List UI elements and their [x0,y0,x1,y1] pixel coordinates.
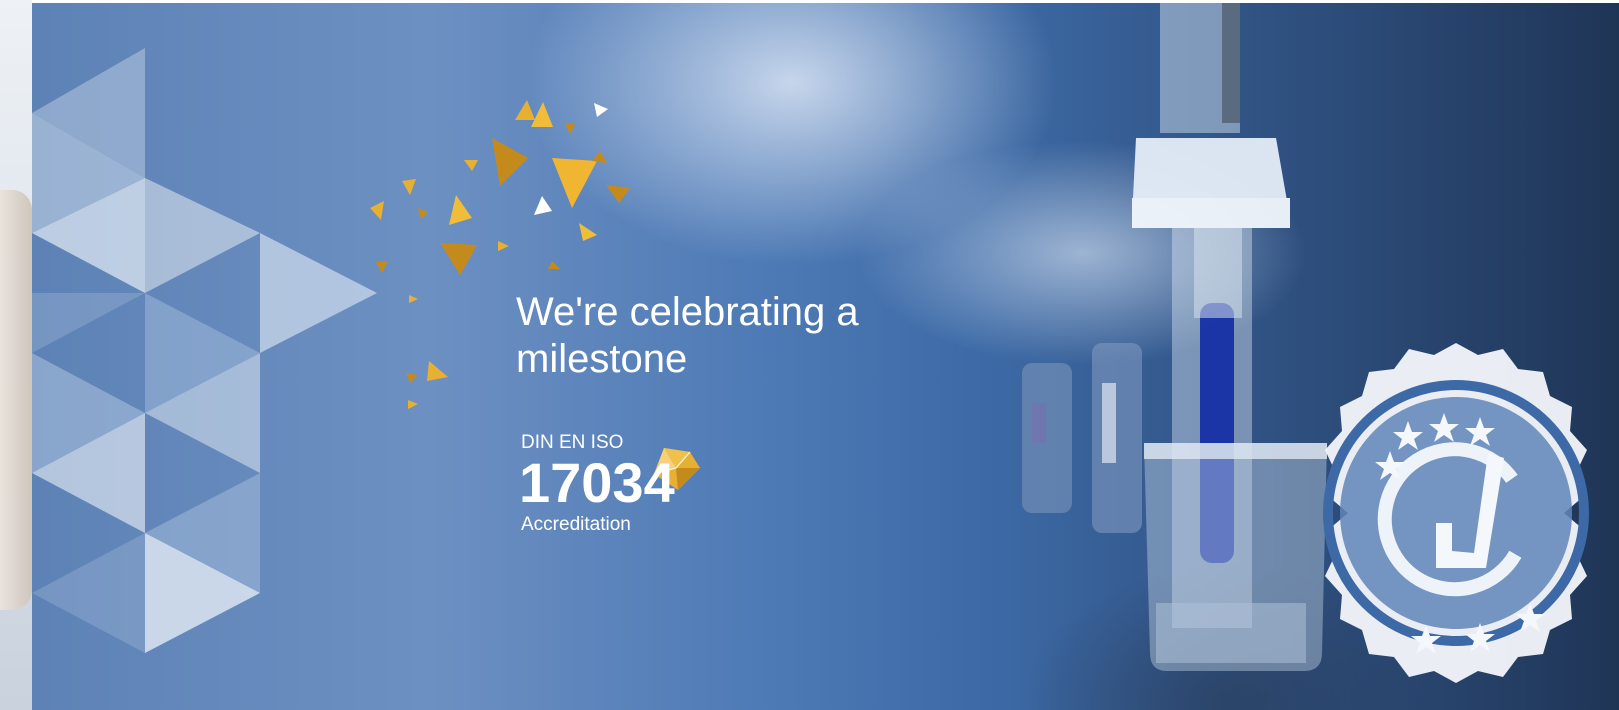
arm-image [0,190,32,610]
hero-banner: We're celebrating a milestone DIN EN ISO… [32,3,1619,710]
standard-number: 17034 [519,451,675,514]
headline: We're celebrating a milestone [516,290,859,381]
triangle-pattern [32,48,377,653]
lab-electrode-photo [1022,3,1327,671]
standard-suffix: Accreditation [521,514,631,535]
certificate-seal-icon [1323,343,1589,683]
left-edge-photo-strip [0,0,32,710]
